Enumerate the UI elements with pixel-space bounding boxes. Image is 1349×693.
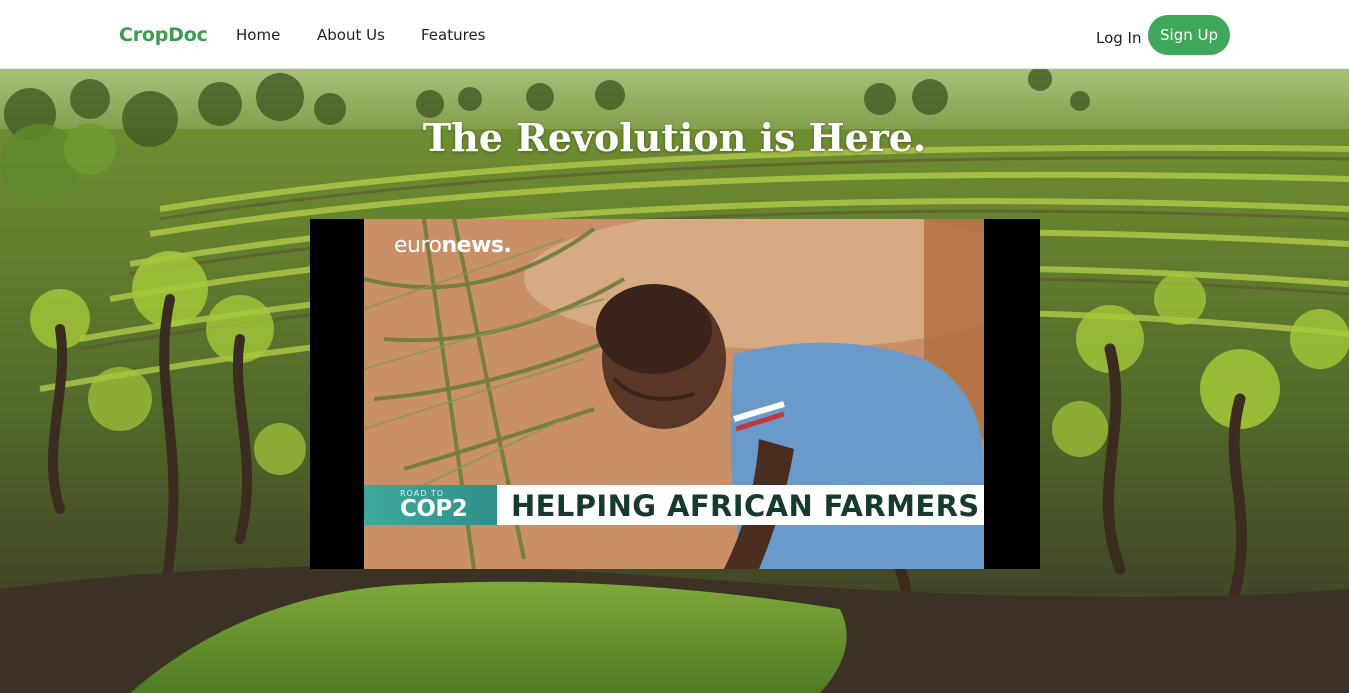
nav-link-features[interactable]: Features: [421, 26, 486, 44]
cop-tag: ROAD TO COP2: [364, 485, 497, 525]
cop-tag-big: COP2: [400, 496, 468, 522]
login-link[interactable]: Log In: [1096, 29, 1142, 47]
video-lower-third: ROAD TO COP2 HELPING AFRICAN FARMERS: [364, 485, 984, 525]
signup-button[interactable]: Sign Up: [1148, 15, 1230, 55]
headline-bar: HELPING AFRICAN FARMERS: [497, 485, 984, 525]
brand-logo[interactable]: CropDoc: [119, 24, 208, 46]
nav-link-home[interactable]: Home: [236, 26, 280, 44]
video-headline: HELPING AFRICAN FARMERS: [511, 489, 980, 523]
video-player[interactable]: euronews. ROAD TO COP2 HELPING AFRICAN F…: [310, 219, 1040, 569]
euronews-logo: euronews.: [394, 233, 512, 258]
hero-title: The Revolution is Here.: [422, 115, 927, 160]
hero-section: The Revolution is Here. euronews. ROAD T…: [0, 69, 1349, 693]
video-thumbnail: euronews. ROAD TO COP2 HELPING AFRICAN F…: [364, 219, 984, 569]
top-navbar: CropDoc Home About Us Features Log In Si…: [0, 0, 1349, 69]
nav-link-about-us[interactable]: About Us: [317, 26, 385, 44]
